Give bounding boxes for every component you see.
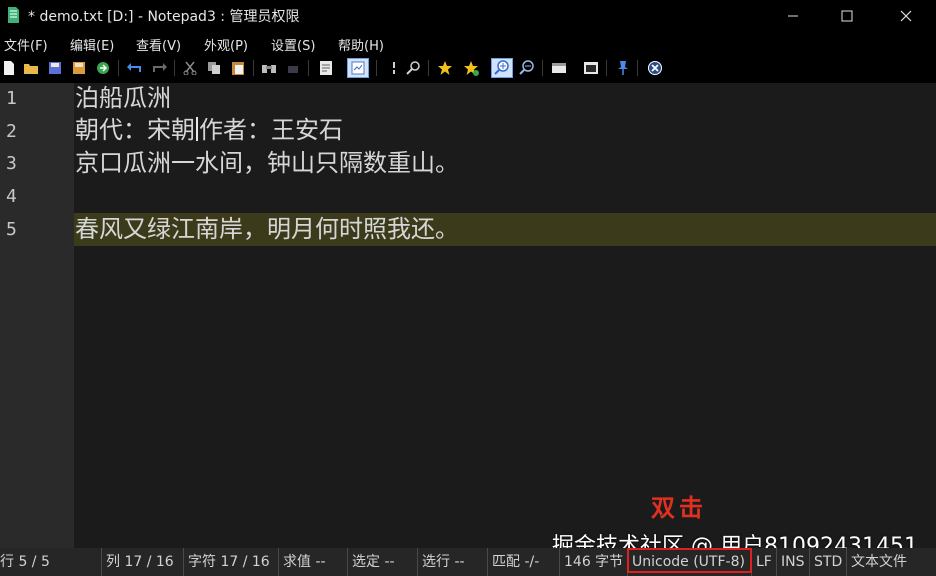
maximize-button[interactable] xyxy=(824,0,870,32)
menu-edit[interactable]: 编辑(E) xyxy=(70,35,114,54)
maximize-icon xyxy=(841,10,853,22)
find-icon[interactable] xyxy=(260,59,278,77)
zoom-in-icon[interactable] xyxy=(491,58,513,78)
exit-icon[interactable] xyxy=(646,59,664,77)
open-folder-icon[interactable] xyxy=(22,59,40,77)
toolbar xyxy=(0,54,936,83)
schemes-icon[interactable] xyxy=(550,59,568,77)
menu-view[interactable]: 查看(V) xyxy=(136,35,181,54)
window-title: * demo.txt [D:] - Notepad3 : 管理员权限 xyxy=(28,9,300,25)
menu-bar: 文件(F) 编辑(E) 查看(V) 外观(P) 设置(S) 帮助(H) xyxy=(0,32,936,54)
line-number: 1 xyxy=(6,88,17,109)
toggle-view-icon[interactable] xyxy=(347,58,369,78)
fold-margin[interactable] xyxy=(60,83,74,548)
word-wrap-icon[interactable] xyxy=(317,59,335,77)
title-bar: * demo.txt [D:] - Notepad3 : 管理员权限 xyxy=(0,0,936,32)
redo-icon[interactable] xyxy=(151,59,169,77)
editor-line-1[interactable]: 泊船瓜洲 xyxy=(75,83,171,113)
editor-line-5[interactable]: 春风又绿江南岸，明月何时照我还。 xyxy=(75,214,459,244)
double-click-annotation: 双击 xyxy=(651,493,707,522)
menu-help[interactable]: 帮助(H) xyxy=(338,35,384,54)
status-column[interactable]: 列 17 / 16 xyxy=(102,548,184,576)
save-icon[interactable] xyxy=(46,59,64,77)
status-selected-lines[interactable]: 选行 -- xyxy=(418,548,488,576)
menu-file[interactable]: 文件(F) xyxy=(4,35,48,54)
zoom-out-icon[interactable] xyxy=(518,59,536,77)
status-selected[interactable]: 选定 -- xyxy=(348,548,418,576)
minimize-icon xyxy=(788,15,798,17)
status-insert-mode[interactable]: INS xyxy=(777,548,810,576)
line-number: 5 xyxy=(6,219,17,240)
text-caret xyxy=(196,117,198,141)
goto-icon[interactable] xyxy=(385,59,403,77)
line-text: 作者：王安石 xyxy=(199,116,343,144)
line-text: 朝代：宋朝 xyxy=(75,116,195,144)
menu-settings[interactable]: 设置(S) xyxy=(271,35,315,54)
minimize-button[interactable] xyxy=(770,0,816,32)
save-as-icon[interactable] xyxy=(70,59,88,77)
status-match[interactable]: 匹配 -/- xyxy=(488,548,560,576)
line-number: 3 xyxy=(6,153,17,174)
new-file-icon[interactable] xyxy=(0,59,18,77)
copy-icon[interactable] xyxy=(205,59,223,77)
line-text: 京口瓜洲一水间，钟山只隔数重山。 xyxy=(75,149,459,177)
encoding-highlight-box xyxy=(627,548,752,573)
editor-line-2[interactable]: 朝代：宋朝 作者：王安石 xyxy=(75,115,343,145)
pin-icon[interactable] xyxy=(614,59,632,77)
status-bytes[interactable]: 146 字节 xyxy=(560,548,628,576)
favorite-star-icon[interactable] xyxy=(436,59,454,77)
console-icon[interactable] xyxy=(582,59,600,77)
add-favorite-icon[interactable] xyxy=(462,59,480,77)
line-number: 2 xyxy=(6,121,17,142)
line-number: 4 xyxy=(6,186,17,207)
paste-icon[interactable] xyxy=(229,59,247,77)
line-text: 泊船瓜洲 xyxy=(75,84,171,112)
line-number-gutter[interactable]: 1 2 3 4 5 xyxy=(0,83,60,548)
close-icon xyxy=(900,10,912,22)
status-lexer[interactable]: 文本文件 xyxy=(847,548,936,576)
close-button[interactable] xyxy=(883,0,929,32)
undo-icon[interactable] xyxy=(125,59,143,77)
menu-appearance[interactable]: 外观(P) xyxy=(204,35,248,54)
notepad3-app-icon xyxy=(8,7,19,23)
cut-icon[interactable] xyxy=(181,59,199,77)
status-line[interactable]: 行 5 / 5 xyxy=(0,548,102,576)
status-sum[interactable]: 求值 -- xyxy=(279,548,348,576)
replace-icon[interactable] xyxy=(284,59,302,77)
status-bar: 行 5 / 5 列 17 / 16 字符 17 / 16 求值 -- 选定 --… xyxy=(0,548,936,576)
zoom-find-icon[interactable] xyxy=(405,59,423,77)
line-text: 春风又绿江南岸，明月何时照我还。 xyxy=(75,215,459,243)
editor-line-3[interactable]: 京口瓜洲一水间，钟山只隔数重山。 xyxy=(75,148,459,178)
browse-icon[interactable] xyxy=(94,59,112,77)
status-chars[interactable]: 字符 17 / 16 xyxy=(184,548,279,576)
status-eol[interactable]: LF xyxy=(752,548,777,576)
status-std[interactable]: STD xyxy=(810,548,847,576)
